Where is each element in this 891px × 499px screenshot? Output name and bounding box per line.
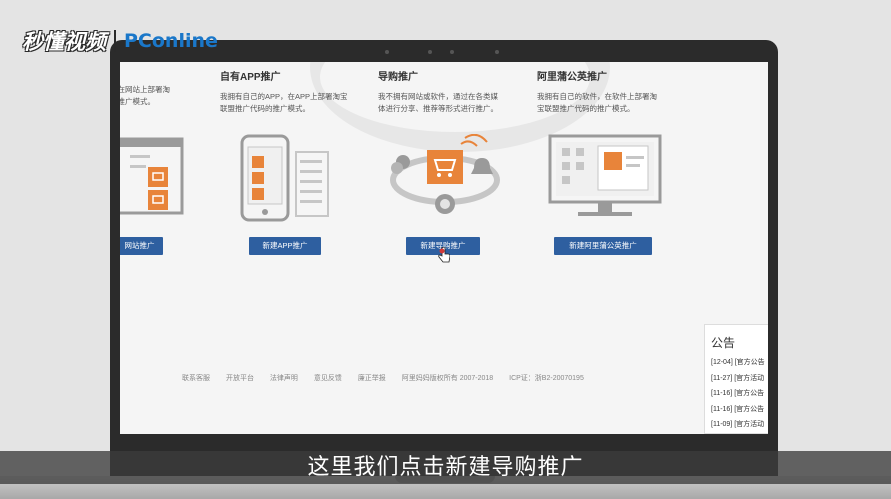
shopping-guide-illustration-icon <box>390 134 500 214</box>
laptop-frame: ，在网站上部署淘 的推广模式。 网站推广 自有APP推广 我拥有自己的APP，在… <box>110 40 778 480</box>
footer-link-legal[interactable]: 法律声明 <box>270 375 298 382</box>
software-illustration-icon <box>548 134 662 216</box>
notice-item[interactable]: [11-27] [官方活动 <box>705 373 768 389</box>
notice-title: 公告 <box>711 336 736 350</box>
notice-panel: 公告 [12-04] [官方公告 [11-27] [官方活动 [11-16] [… <box>704 324 768 434</box>
card-desc: 我拥有自己的APP，在APP上部署淘宝 联盟推广代码的推广模式。 <box>220 92 348 113</box>
card-shopping-guide: 导购推广 我不拥有网站或软件，通过在各类媒 体进行分享、推荐等形式进行推广。 <box>378 62 538 115</box>
sensor-dot <box>495 50 499 54</box>
card-title: 导购推广 <box>378 72 418 83</box>
card-title: 阿里蒲公英推广 <box>537 72 607 83</box>
watermark-brand-pconline: PConline <box>124 30 218 52</box>
watermark-separator <box>114 30 116 52</box>
footer-copyright: 阿里妈妈版权所有 2007-2018 <box>401 375 494 382</box>
footer-icp[interactable]: ICP证：浙B2-20070195 <box>509 375 584 382</box>
notice-item[interactable]: [11-16] [官方公告 <box>705 404 768 420</box>
footer-link-report[interactable]: 廉正举报 <box>358 375 386 382</box>
card-desc: 我拥有自己的软件，在软件上部署淘 宝联盟推广代码的推广模式。 <box>537 92 657 113</box>
new-website-promotion-button[interactable]: 网站推广 <box>120 237 163 255</box>
camera-dot <box>428 50 432 54</box>
website-illustration-icon <box>120 137 184 215</box>
app-illustration-icon <box>240 134 329 222</box>
sensor-dot <box>450 50 454 54</box>
footer-link-open-platform[interactable]: 开放平台 <box>226 375 254 382</box>
notice-item[interactable]: [11-16] [官方公告 <box>705 388 768 404</box>
card-title: 自有APP推广 <box>220 72 281 83</box>
notice-item[interactable]: [11-09] [官方活动 <box>705 419 768 433</box>
watermark-brand-cn: 秒懂视频 <box>22 30 106 54</box>
video-watermark: 秒懂视频 PConline <box>22 26 218 56</box>
card-desc: 我不拥有网站或软件，通过在各类媒 体进行分享、推荐等形式进行推广。 <box>378 92 498 113</box>
video-subtitle: 这里我们点击新建导购推广 <box>0 451 891 484</box>
hand-cursor-icon <box>438 247 450 263</box>
sensor-dot <box>385 50 389 54</box>
new-app-promotion-button[interactable]: 新建APP推广 <box>249 237 321 255</box>
notice-item[interactable]: [12-04] [官方公告 <box>705 357 768 373</box>
card-pugongying: 阿里蒲公英推广 我拥有自己的软件，在软件上部署淘 宝联盟推广代码的推广模式。 <box>537 62 697 115</box>
footer-link-feedback[interactable]: 意见反馈 <box>314 375 342 382</box>
footer-link-contact[interactable]: 联系客服 <box>182 375 210 382</box>
browser-screen: ，在网站上部署淘 的推广模式。 网站推广 自有APP推广 我拥有自己的APP，在… <box>120 62 768 434</box>
new-pugongying-promotion-button[interactable]: 新建阿里蒲公英推广 <box>554 237 652 255</box>
card-app: 自有APP推广 我拥有自己的APP，在APP上部署淘宝 联盟推广代码的推广模式。 <box>220 62 380 115</box>
page-footer: 联系客服 开放平台 法律声明 意见反馈 廉正举报 阿里妈妈版权所有 2007-2… <box>182 373 598 383</box>
